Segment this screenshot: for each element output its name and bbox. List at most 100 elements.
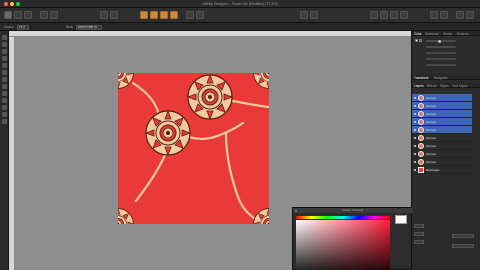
zoom-field[interactable]: 72.3 bbox=[17, 24, 29, 30]
layer-visibility-icon[interactable] bbox=[414, 169, 416, 171]
layer-row[interactable]: (Curve) bbox=[412, 118, 472, 126]
pen-tool-icon[interactable] bbox=[2, 56, 7, 61]
snapping-button[interactable] bbox=[100, 11, 108, 19]
fill-swatch[interactable] bbox=[415, 39, 418, 42]
layer-name: (Curve) bbox=[426, 104, 437, 108]
layer-row[interactable]: (Curve) bbox=[412, 158, 472, 166]
layer-thumbnail bbox=[418, 111, 424, 117]
hue-slider[interactable] bbox=[296, 216, 390, 219]
tab-color[interactable]: Color bbox=[414, 32, 422, 36]
layer-thumbnail bbox=[418, 159, 424, 165]
transform-tabs: Transform Navigator bbox=[412, 75, 480, 80]
artboard[interactable] bbox=[118, 73, 269, 224]
transparency-tool-icon[interactable] bbox=[2, 84, 7, 89]
saturation-value-square[interactable] bbox=[296, 220, 390, 270]
layer-visibility-icon[interactable] bbox=[414, 161, 416, 163]
layer-thumbnail bbox=[418, 135, 424, 141]
tab-transform[interactable]: Transform bbox=[414, 76, 428, 80]
boolean-divide-button[interactable] bbox=[170, 11, 178, 19]
layers-tabs: Layers Effects Styles Text Styles bbox=[412, 83, 480, 88]
align-button[interactable] bbox=[196, 11, 204, 19]
rotate-button[interactable] bbox=[390, 11, 398, 19]
stroke-swatch[interactable] bbox=[419, 39, 422, 42]
move-tool-icon[interactable] bbox=[2, 35, 7, 40]
flip-horizontal-button[interactable] bbox=[370, 11, 378, 19]
color-button[interactable] bbox=[440, 11, 448, 19]
node-tool-icon[interactable] bbox=[2, 42, 7, 47]
flower-pattern-artwork bbox=[118, 73, 269, 224]
tab-effects[interactable]: Effects bbox=[427, 84, 437, 88]
layer-row[interactable]: Rectangle bbox=[412, 166, 472, 174]
layer-visibility-icon[interactable] bbox=[414, 153, 416, 155]
tab-layers[interactable]: Layers bbox=[414, 84, 424, 88]
window-title: Affinity Designer – Flower tile (Modifie… bbox=[202, 2, 278, 6]
layer-row[interactable]: (Curve) bbox=[412, 102, 472, 110]
text-tool-icon[interactable] bbox=[2, 105, 7, 110]
view-mode-button[interactable] bbox=[40, 11, 48, 19]
persona-export-button[interactable] bbox=[24, 11, 32, 19]
persona-pixel-button[interactable] bbox=[14, 11, 22, 19]
layer-visibility-icon[interactable] bbox=[414, 97, 416, 99]
layer-name: (Curve) bbox=[426, 160, 437, 164]
boolean-intersect-button[interactable] bbox=[160, 11, 168, 19]
close-icon[interactable] bbox=[295, 209, 297, 212]
h-field[interactable] bbox=[414, 232, 424, 236]
layer-name: (Curve) bbox=[426, 120, 437, 124]
ellipse-tool-icon[interactable] bbox=[2, 98, 7, 103]
tab-swatches[interactable]: Swatches bbox=[425, 32, 439, 36]
tab-text-styles[interactable]: Text Styles bbox=[452, 84, 467, 88]
flower-center bbox=[145, 110, 191, 156]
arrange-back-button[interactable] bbox=[300, 11, 308, 19]
insert-inside-button[interactable] bbox=[186, 11, 194, 19]
tab-navigator[interactable]: Navigator bbox=[434, 76, 448, 80]
cap-slider[interactable] bbox=[426, 52, 456, 54]
rectangle-tool-icon[interactable] bbox=[2, 91, 7, 96]
persona-designer-button[interactable] bbox=[4, 11, 12, 19]
layer-row[interactable]: (Curve) bbox=[412, 150, 472, 158]
arrange-forward-button[interactable] bbox=[310, 11, 318, 19]
hand-tool-icon[interactable] bbox=[2, 119, 7, 124]
doc-size-field[interactable]: 2000×2000 px bbox=[76, 24, 102, 30]
layer-row[interactable]: (Curve) bbox=[412, 134, 472, 142]
layer-row[interactable]: (Curve) bbox=[412, 142, 472, 150]
brush-tool-icon[interactable] bbox=[2, 70, 7, 75]
selected-color-swatch[interactable] bbox=[395, 215, 407, 224]
settings-button[interactable] bbox=[466, 11, 474, 19]
layer-visibility-icon[interactable] bbox=[414, 129, 416, 131]
blend-field[interactable] bbox=[452, 234, 474, 238]
layer-thumbnail bbox=[418, 143, 424, 149]
flower-corner-tr bbox=[253, 73, 269, 89]
stroke-width-slider[interactable] bbox=[426, 40, 456, 42]
layer-visibility-icon[interactable] bbox=[414, 121, 416, 123]
tab-styles[interactable]: Styles bbox=[440, 84, 449, 88]
stroke-width-knob[interactable] bbox=[438, 39, 441, 43]
boolean-subtract-button[interactable] bbox=[150, 11, 158, 19]
layer-visibility-icon[interactable] bbox=[414, 105, 416, 107]
grid-toggle-button[interactable] bbox=[50, 11, 58, 19]
y-field[interactable] bbox=[414, 224, 424, 228]
share-button[interactable] bbox=[456, 11, 464, 19]
tab-stroke[interactable]: Stroke bbox=[443, 32, 452, 36]
tab-brushes[interactable]: Brushes bbox=[457, 32, 469, 36]
studio-toggle-button[interactable] bbox=[430, 11, 438, 19]
align-slider[interactable] bbox=[426, 64, 456, 66]
layer-row[interactable]: (Curve) bbox=[412, 110, 472, 118]
snapping-options-button[interactable] bbox=[110, 11, 118, 19]
opacity-slider[interactable] bbox=[426, 46, 456, 48]
corner-tool-icon[interactable] bbox=[2, 49, 7, 54]
layer-row[interactable]: (Curve) bbox=[412, 94, 472, 102]
s-field[interactable] bbox=[414, 240, 424, 244]
zoom-tool-icon[interactable] bbox=[2, 112, 7, 117]
pencil-tool-icon[interactable] bbox=[2, 63, 7, 68]
window-titlebar: Affinity Designer – Flower tile (Modifie… bbox=[0, 0, 480, 8]
boolean-add-button[interactable] bbox=[140, 11, 148, 19]
join-slider[interactable] bbox=[426, 58, 456, 60]
align-field[interactable] bbox=[452, 244, 474, 248]
layer-visibility-icon[interactable] bbox=[414, 145, 416, 147]
fill-tool-icon[interactable] bbox=[2, 77, 7, 82]
flip-vertical-button[interactable] bbox=[380, 11, 388, 19]
layer-row[interactable]: (Curve) bbox=[412, 126, 472, 134]
layer-visibility-icon[interactable] bbox=[414, 137, 416, 139]
rotate-cw-button[interactable] bbox=[400, 11, 408, 19]
layer-visibility-icon[interactable] bbox=[414, 113, 416, 115]
